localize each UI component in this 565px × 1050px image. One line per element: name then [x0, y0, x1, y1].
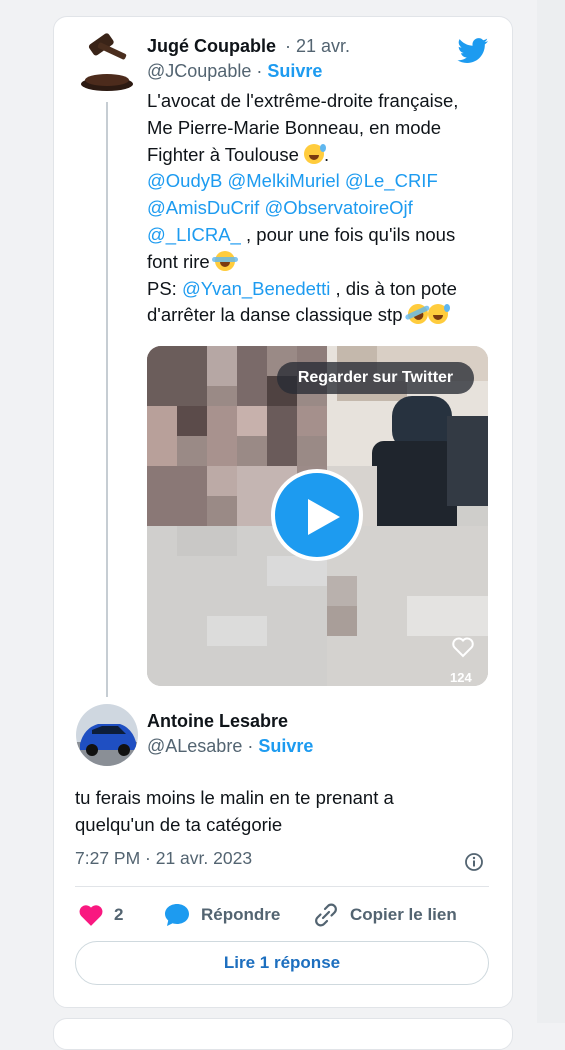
tweet-text-fragment: , pour une fois qu'ils nous — [240, 223, 456, 245]
mention-yvan[interactable]: @Yvan_Benedetti — [182, 278, 330, 299]
load-replies-button[interactable]: Lire 1 réponse — [75, 941, 489, 985]
tweet-text-line: d'arrêter la danse classique stp — [147, 301, 492, 329]
like-count: 2 — [114, 905, 124, 924]
reply-author-name[interactable]: Antoine Lesabre — [147, 711, 288, 732]
link-icon — [315, 903, 337, 927]
author-handle-line: @JCoupable · Suivre — [147, 61, 322, 82]
copy-link-label: Copier le lien — [350, 905, 457, 924]
page-background — [0, 0, 42, 1023]
separator-dot: · — [256, 61, 263, 81]
thread-connector-line — [106, 102, 108, 697]
grinning-sweat-emoji-icon — [427, 304, 450, 325]
reply-label: Répondre — [201, 905, 281, 924]
tweet-text-line: L'avocat de l'extrême-droite française, — [147, 90, 459, 111]
grinning-sweat-emoji-icon — [304, 143, 327, 164]
tweet-text: L'avocat de l'extrême-droite française, … — [147, 88, 492, 329]
reply-handle-line: @ALesabre · Suivre — [147, 736, 313, 757]
media-like-count: 124 — [450, 670, 472, 685]
heart-filled-icon — [79, 905, 103, 926]
tweet-text-fragment: Fighter à Toulouse — [147, 143, 299, 165]
mention-links[interactable]: @AmisDuCrif @ObservatoireOjf — [147, 195, 492, 222]
scroll-gutter — [537, 0, 565, 1023]
separator-dot: · — [285, 36, 291, 56]
reply-follow-button[interactable]: Suivre — [258, 736, 313, 756]
tweet-text-fragment: , dis à ton pote — [330, 277, 457, 299]
mention-links[interactable]: @OudyB @MelkiMuriel @Le_CRIF — [147, 168, 492, 195]
reply-text-line: quelqu'un de ta catégorie — [75, 814, 283, 835]
tweet-text-line: @_LICRA_ , pour une fois qu'ils nous — [147, 222, 492, 249]
car-avatar[interactable] — [76, 704, 138, 766]
tweet-text-fragment: d'arrêter la danse classique stp — [147, 304, 403, 326]
play-button[interactable] — [271, 469, 363, 561]
reply-author-handle[interactable]: @ALesabre — [147, 736, 242, 756]
tears-of-joy-emoji-icon — [211, 250, 238, 271]
mention-licra[interactable]: @_LICRA_ — [147, 224, 241, 245]
like-action[interactable]: 2 — [78, 901, 123, 929]
tweet-text-line: Fighter à Toulouse . — [147, 143, 330, 165]
watch-on-twitter-button[interactable]: Regarder sur Twitter — [277, 362, 474, 394]
speech-bubble-icon — [165, 904, 189, 926]
author-name[interactable]: Jugé Coupable — [147, 36, 276, 57]
tweet-date[interactable]: 21 avr. — [296, 36, 350, 56]
tweet-text-line: PS: @Yvan_Benedetti , dis à ton pote — [147, 276, 492, 303]
reply-action[interactable]: Répondre — [163, 901, 280, 929]
ps-prefix: PS: — [147, 277, 182, 299]
tweet-text-fragment: font rire — [147, 250, 210, 272]
heart-outline-icon[interactable] — [451, 636, 475, 663]
tweet-date-line[interactable]: · 21 avr. — [285, 36, 350, 57]
gavel-avatar[interactable] — [75, 30, 137, 94]
tweet-text-line: font rire — [147, 249, 492, 276]
info-icon[interactable] — [464, 852, 484, 877]
play-icon — [308, 499, 340, 535]
copy-link-action[interactable]: Copier le lien — [312, 901, 457, 929]
follow-button[interactable]: Suivre — [267, 61, 322, 81]
tweet-text-line: Me Pierre-Marie Bonneau, en mode — [147, 116, 442, 138]
reply-timestamp[interactable]: 7:27 PM · 21 avr. 2023 — [75, 848, 252, 869]
divider — [75, 886, 489, 887]
reply-text: tu ferais moins le malin en te prenant a… — [75, 784, 475, 838]
reply-text-line: tu ferais moins le malin en te prenant a — [75, 787, 394, 808]
author-handle[interactable]: @JCoupable — [147, 61, 251, 81]
rolling-laughing-emoji-icon — [404, 301, 431, 328]
separator-dot: · — [247, 736, 254, 756]
twitter-bird-icon[interactable] — [457, 38, 489, 69]
